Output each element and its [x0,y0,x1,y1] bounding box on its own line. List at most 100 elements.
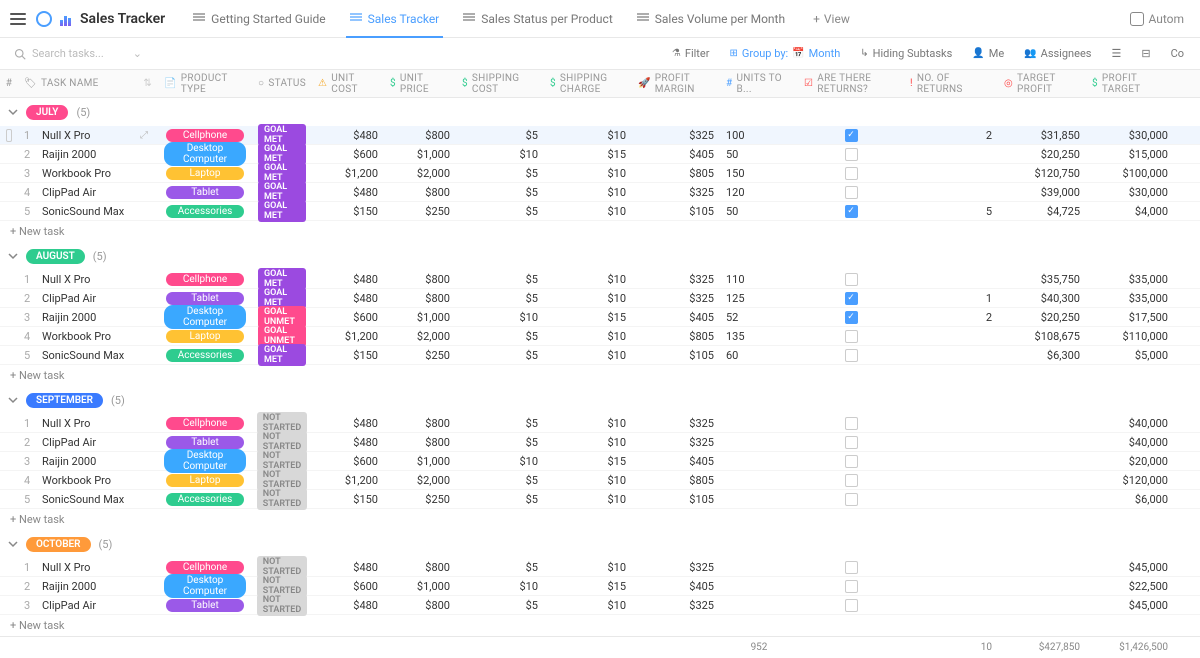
unit-cost[interactable]: $480 [312,129,384,142]
shipping-charge[interactable]: $15 [544,455,632,468]
col-shipping-cost[interactable]: $SHIPPING COST [456,73,544,95]
chevron-down-icon[interactable]: ⌄ [133,47,142,60]
profit-margin[interactable]: $805 [632,474,720,487]
shipping-charge[interactable]: $10 [544,436,632,449]
units[interactable]: 50 [720,148,798,161]
unit-price[interactable]: $800 [384,273,456,286]
unit-price[interactable]: $2,000 [384,474,456,487]
profit-margin[interactable]: $325 [632,599,720,612]
target-profit[interactable]: $120,750 [998,167,1086,180]
units[interactable]: 100 [720,129,798,142]
table-row[interactable]: 5SonicSound MaxAccessoriesNOT STARTED$15… [0,490,1200,509]
new-task-button[interactable]: + New task [0,221,1200,242]
unit-cost[interactable]: $480 [312,436,384,449]
shipping-charge[interactable]: $15 [544,148,632,161]
chevron-down-icon[interactable] [8,251,18,261]
units[interactable]: 110 [720,273,798,286]
group-header-september[interactable]: SEPTEMBER(5) [0,386,1200,414]
unit-cost[interactable]: $1,200 [312,474,384,487]
table-row[interactable]: 3Raijin 2000Desktop ComputerNOT STARTED$… [0,452,1200,471]
returns-checkbox[interactable] [845,436,858,449]
profit-margin[interactable]: $325 [632,436,720,449]
search-input[interactable]: Search tasks... ⌄ [8,43,148,64]
profit-target[interactable]: $40,000 [1086,436,1174,449]
subtasks-button[interactable]: ↳Hiding Subtasks [852,43,960,64]
unit-cost[interactable]: $600 [312,148,384,161]
group-header-july[interactable]: JULY(5) [0,98,1200,126]
returns-checkbox[interactable]: ✓ [845,129,858,142]
profit-margin[interactable]: $105 [632,349,720,362]
product-pill[interactable]: Tablet [166,436,244,449]
profit-margin[interactable]: $325 [632,273,720,286]
unit-price[interactable]: $2,000 [384,330,456,343]
units[interactable]: 135 [720,330,798,343]
product-pill[interactable]: Tablet [166,186,244,199]
unit-price[interactable]: $1,000 [384,580,456,593]
group-header-october[interactable]: OCTOBER(5) [0,530,1200,558]
unit-cost[interactable]: $600 [312,455,384,468]
target-profit[interactable]: $20,250 [998,148,1086,161]
profit-margin[interactable]: $405 [632,455,720,468]
unit-cost[interactable]: $1,200 [312,167,384,180]
add-view-button[interactable]: + View [801,12,862,26]
product-pill[interactable]: Tablet [166,599,244,612]
shipping-cost[interactable]: $10 [456,580,544,593]
task-name[interactable]: Null X Pro [36,417,158,430]
expand-icon[interactable]: ⤢ [140,130,148,141]
shipping-charge[interactable]: $15 [544,580,632,593]
returns-checkbox[interactable]: ✓ [845,292,858,305]
product-pill[interactable]: Tablet [166,292,244,305]
shipping-cost[interactable]: $5 [456,167,544,180]
product-pill[interactable]: Laptop [166,330,244,343]
table-row[interactable]: 1Null X ProCellphoneGOAL MET$480$800$5$1… [0,270,1200,289]
table-row[interactable]: 5SonicSound MaxAccessoriesGOAL MET$150$2… [0,202,1200,221]
col-product-type[interactable]: 📄PRODUCT TYPE [158,73,252,95]
returns-checkbox[interactable] [845,561,858,574]
unit-cost[interactable]: $600 [312,311,384,324]
profit-target[interactable]: $6,000 [1086,493,1174,506]
automation-button[interactable]: Autom [1122,12,1192,26]
profit-target[interactable]: $45,000 [1086,561,1174,574]
returns-checkbox[interactable]: ✓ [845,205,858,218]
product-pill[interactable]: Cellphone [166,417,244,430]
chevron-down-icon[interactable] [8,395,18,405]
shipping-charge[interactable]: $10 [544,167,632,180]
chevron-down-icon[interactable] [8,107,18,117]
units[interactable]: 125 [720,292,798,305]
table-row[interactable]: 4Workbook ProLaptopGOAL UNMET$1,200$2,00… [0,327,1200,346]
status-pill[interactable]: GOAL MET [258,344,306,366]
col-profit-margin[interactable]: 🚀PROFIT MARGIN [632,73,720,95]
table-row[interactable]: 4ClipPad AirTabletGOAL MET$480$800$5$10$… [0,183,1200,202]
shipping-cost[interactable]: $5 [456,493,544,506]
me-button[interactable]: 👤Me [964,43,1012,64]
group-by-button[interactable]: ⊞ Group by: 📅 Month [721,43,848,64]
group-header-august[interactable]: AUGUST(5) [0,242,1200,270]
unit-cost[interactable]: $600 [312,580,384,593]
task-name[interactable]: Workbook Pro [36,474,158,487]
task-name[interactable]: Null X Pro⤢ [36,129,158,142]
col-status[interactable]: ○STATUS [252,78,312,89]
tab-sales-status-per-product[interactable]: Sales Status per Product [451,0,625,38]
table-row[interactable]: 3ClipPad AirTabletNOT STARTED$480$800$5$… [0,596,1200,615]
shipping-charge[interactable]: $10 [544,186,632,199]
shipping-cost[interactable]: $5 [456,349,544,362]
co-button[interactable]: Co [1163,43,1192,64]
profit-margin[interactable]: $805 [632,167,720,180]
num-returns[interactable]: 5 [904,205,998,218]
task-name[interactable]: SonicSound Max [36,349,158,362]
unit-price[interactable]: $2,000 [384,167,456,180]
filter-button[interactable]: ⚗Filter [664,43,718,64]
sort-icon[interactable]: ⇅ [143,78,152,89]
profit-target[interactable]: $17,500 [1086,311,1174,324]
unit-price[interactable]: $250 [384,493,456,506]
unit-cost[interactable]: $150 [312,205,384,218]
product-pill[interactable]: Desktop Computer [164,449,246,473]
shipping-charge[interactable]: $15 [544,311,632,324]
profit-margin[interactable]: $405 [632,311,720,324]
shipping-cost[interactable]: $5 [456,417,544,430]
unit-price[interactable]: $800 [384,599,456,612]
profit-target[interactable]: $40,000 [1086,417,1174,430]
tab-getting-started-guide[interactable]: Getting Started Guide [181,0,337,38]
profit-margin[interactable]: $105 [632,493,720,506]
task-name[interactable]: Null X Pro [36,561,158,574]
